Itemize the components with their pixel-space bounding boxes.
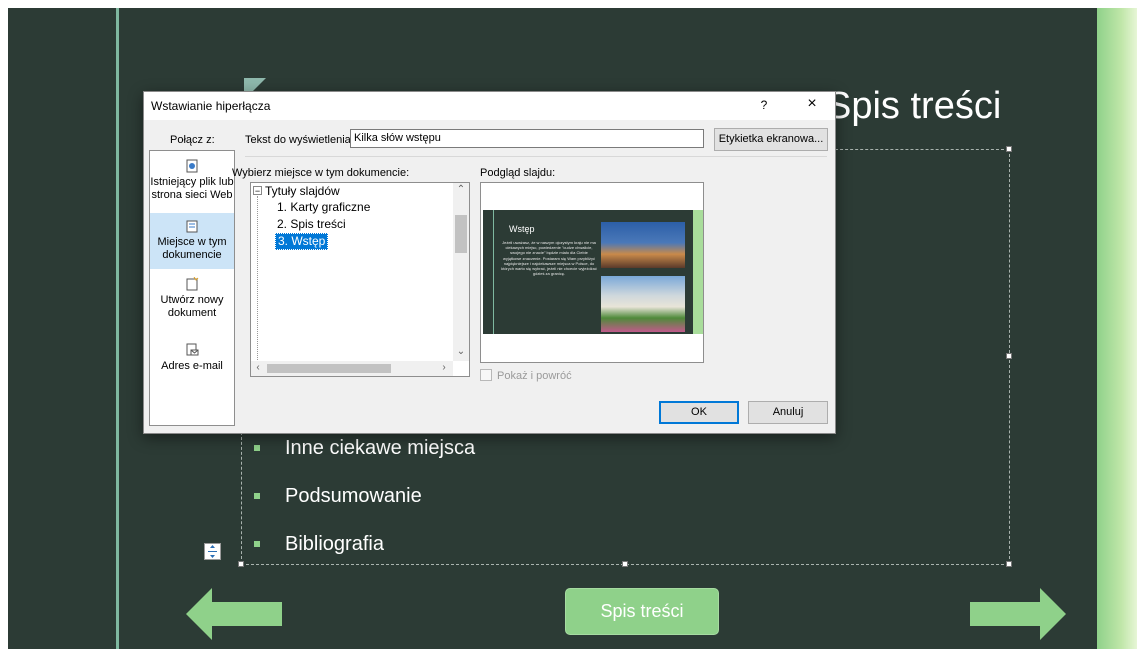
slide-preview-label: Podgląd slajdu: bbox=[480, 167, 556, 179]
nav-item-label: Istniejący plik lub strona sieci Web bbox=[150, 176, 234, 201]
preview-title: Wstęp bbox=[509, 224, 535, 234]
show-and-return-checkbox[interactable] bbox=[480, 369, 492, 381]
scroll-down-arrow-icon[interactable]: ⌄ bbox=[453, 346, 469, 357]
nav-item-existing-file[interactable]: Istniejący plik lub strona sieci Web bbox=[150, 159, 234, 209]
slide-right-green-edge bbox=[1097, 8, 1137, 649]
tree-horizontal-scrollbar[interactable]: ‹ › bbox=[251, 361, 453, 376]
text-to-display-label: Tekst do wyświetlenia: bbox=[245, 134, 354, 146]
nav-item-label: Adres e-mail bbox=[161, 360, 223, 372]
preview-photo-palace bbox=[601, 276, 685, 332]
existing-file-icon bbox=[186, 159, 198, 173]
nav-item-create-new-document[interactable]: Utwórz nowy dokument bbox=[150, 277, 234, 333]
bullet-marker bbox=[254, 445, 260, 451]
document-places-tree[interactable]: − Tytuły slajdów 1. Karty graficzne 2. S… bbox=[250, 182, 470, 377]
tree-connector-line bbox=[257, 196, 258, 376]
email-address-icon bbox=[186, 343, 199, 356]
close-button[interactable]: × bbox=[802, 95, 822, 113]
ok-button[interactable]: OK bbox=[659, 401, 739, 424]
screentip-button[interactable]: Etykietka ekranowa... bbox=[714, 128, 828, 151]
help-button[interactable]: ? bbox=[754, 98, 774, 112]
resize-handle-top-right[interactable] bbox=[1006, 146, 1012, 152]
scroll-right-arrow-icon[interactable]: › bbox=[439, 362, 449, 373]
select-place-label: Wybierz miejsce w tym dokumencie: bbox=[232, 167, 410, 179]
slide-title[interactable]: Spis treści bbox=[826, 84, 1001, 128]
slide-preview-box: Wstęp Jeżeli uważasz, że w naszym ojczys… bbox=[480, 182, 704, 363]
preview-green-edge bbox=[693, 210, 703, 334]
dialog-title: Wstawianie hiperłącza bbox=[151, 99, 271, 113]
bullet-marker bbox=[254, 541, 260, 547]
cancel-button[interactable]: Anuluj bbox=[748, 401, 828, 424]
nav-item-email-address[interactable]: Adres e-mail bbox=[150, 343, 234, 383]
tree-root-slide-titles[interactable]: Tytuły slajdów bbox=[265, 184, 340, 199]
horizontal-scroll-thumb[interactable] bbox=[267, 364, 391, 373]
bullet-marker bbox=[254, 493, 260, 499]
placeholder-border-left bbox=[241, 432, 242, 564]
new-document-icon bbox=[186, 277, 199, 291]
forward-arrow-icon[interactable] bbox=[970, 588, 1066, 640]
table-of-contents-button-label: Spis treści bbox=[600, 601, 684, 621]
preview-photo-krakow bbox=[601, 222, 685, 268]
preview-left-line bbox=[493, 210, 494, 334]
table-of-contents-button[interactable]: Spis treści bbox=[565, 588, 719, 635]
placeholder-border-top bbox=[825, 149, 1009, 150]
place-in-document-icon bbox=[186, 220, 198, 233]
scroll-up-arrow-icon[interactable]: ⌃ bbox=[453, 184, 469, 195]
bullet-item-1[interactable]: Inne ciekawe miejsca bbox=[285, 436, 475, 460]
text-to-display-input[interactable]: Kilka słów wstępu bbox=[350, 129, 704, 148]
separator-line bbox=[245, 156, 827, 157]
bullet-item-3[interactable]: Bibliografia bbox=[285, 532, 384, 556]
tree-item-introduction[interactable]: 3. Wstęp bbox=[275, 233, 329, 250]
resize-handle-bottom-right[interactable] bbox=[1006, 561, 1012, 567]
insert-hyperlink-dialog: Wstawianie hiperłącza ? × Połącz z: Teks… bbox=[143, 91, 836, 434]
show-and-return-label: Pokaż i powróć bbox=[497, 370, 572, 382]
bullet-item-2[interactable]: Podsumowanie bbox=[285, 484, 422, 508]
resize-handle-bottom-left[interactable] bbox=[238, 561, 244, 567]
resize-handle-bottom[interactable] bbox=[622, 561, 628, 567]
slide-preview-thumbnail: Wstęp Jeżeli uważasz, że w naszym ojczys… bbox=[483, 210, 703, 334]
link-to-nav-panel: Istniejący plik lub strona sieci Web Mie… bbox=[149, 150, 235, 426]
resize-handle-right[interactable] bbox=[1006, 353, 1012, 359]
nav-item-label: Utwórz nowy dokument bbox=[160, 294, 224, 319]
back-arrow-icon[interactable] bbox=[186, 588, 282, 640]
tree-vertical-scrollbar[interactable]: ⌃ ⌄ bbox=[453, 183, 469, 361]
autofit-options-icon[interactable] bbox=[204, 543, 221, 560]
preview-body-text: Jeżeli uważasz, że w naszym ojczystym kr… bbox=[501, 240, 597, 277]
nav-item-place-in-document[interactable]: Miejsce w tym dokumencie bbox=[150, 213, 234, 269]
tree-expand-icon[interactable]: − bbox=[253, 186, 262, 196]
slide-left-accent-line bbox=[116, 8, 119, 649]
nav-item-label: Miejsce w tym dokumencie bbox=[157, 236, 227, 261]
link-to-label: Połącz z: bbox=[170, 134, 215, 146]
vertical-scroll-thumb[interactable] bbox=[455, 215, 467, 253]
text-to-display-value: Kilka słów wstępu bbox=[354, 132, 441, 144]
scroll-left-arrow-icon[interactable]: ‹ bbox=[253, 362, 263, 373]
tree-item-table-of-contents[interactable]: 2. Spis treści bbox=[277, 217, 346, 232]
tree-item-graphics-cards[interactable]: 1. Karty graficzne bbox=[277, 200, 370, 215]
